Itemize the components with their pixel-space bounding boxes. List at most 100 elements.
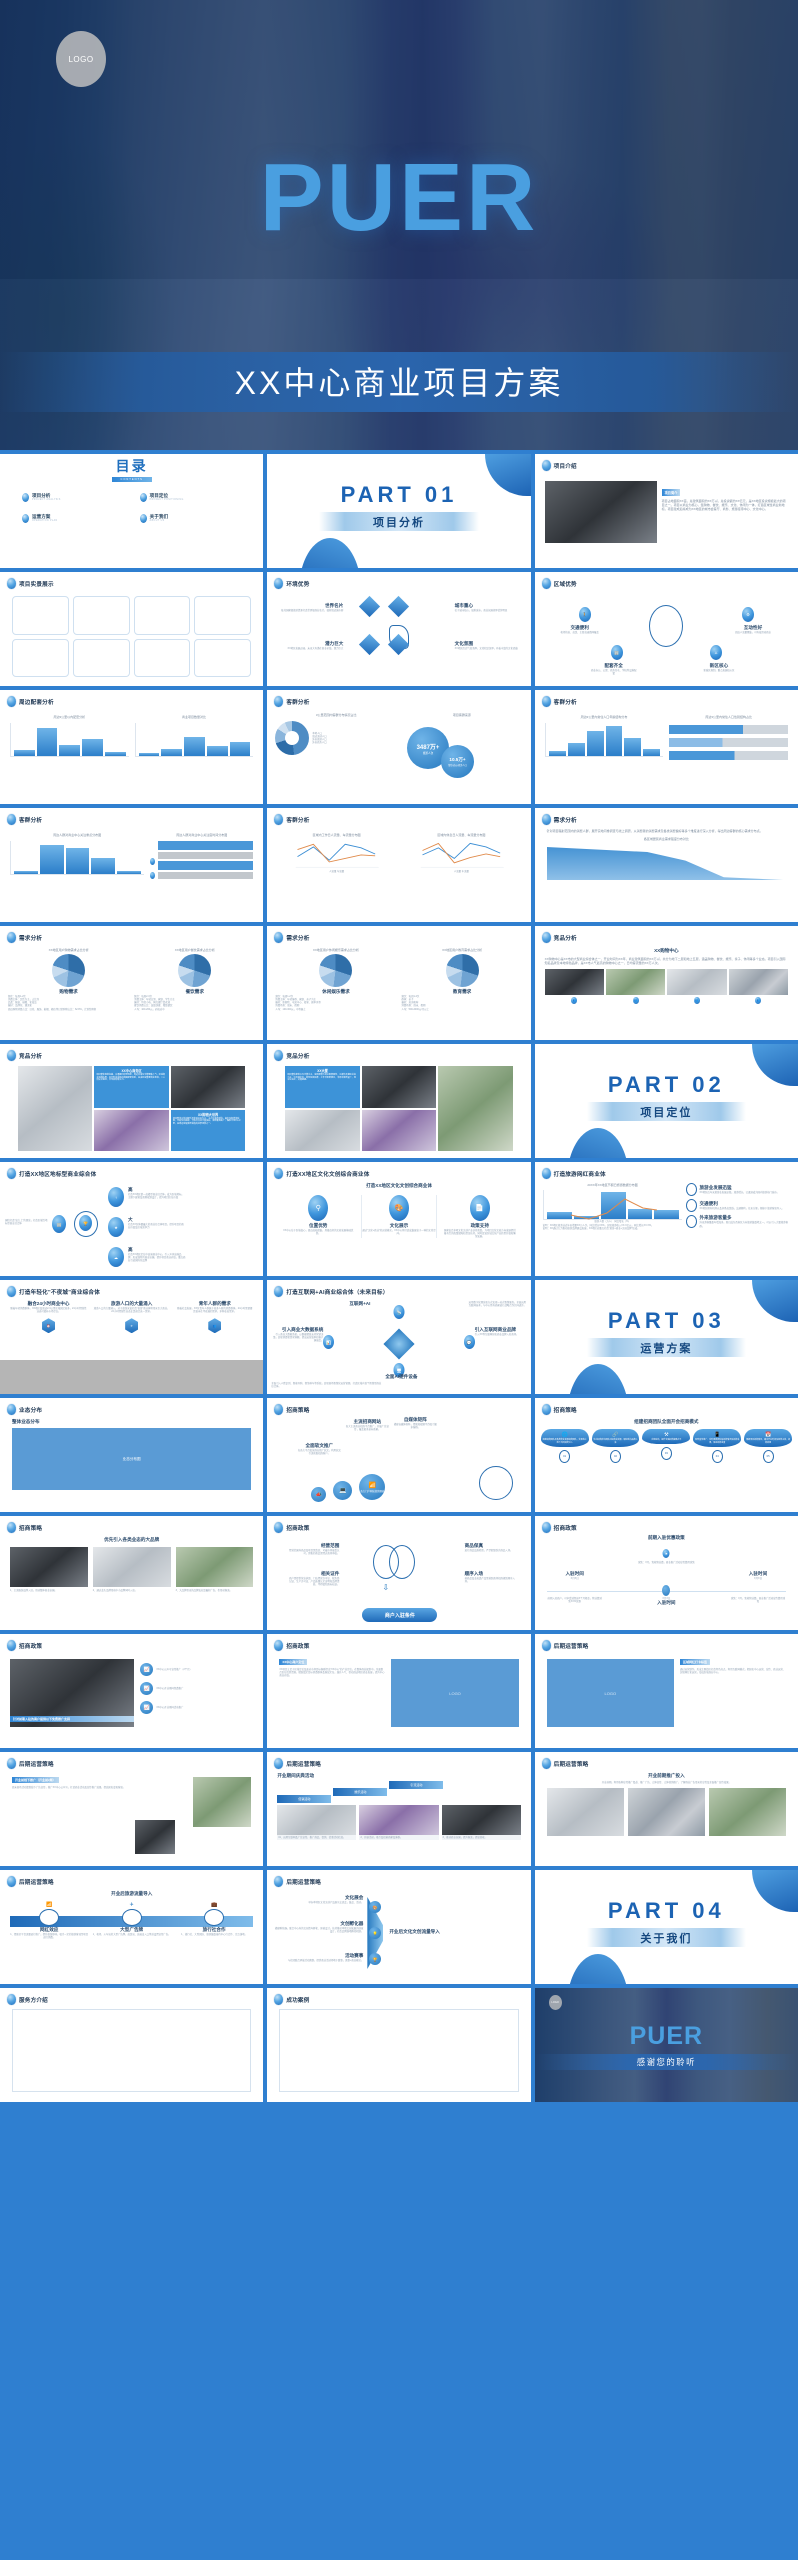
slide-thumbnail-service-intro[interactable]: 服务方介绍 xyxy=(0,1988,264,2102)
slide-thumbnail-competitor-3[interactable]: 竞品分析 XX大厦 项目整体建筑以写字楼为主，底部裙楼为商业配套服务，以餐饮及便… xyxy=(267,1044,531,1158)
slide-thumbnail-customer-analysis-4[interactable]: 客群分析 区域内工作日人流量、车流量分布图 人流量 车流量 区域内休息日人流量、… xyxy=(267,808,531,922)
slide-thumbnail-project-intro[interactable]: 项目介绍 项目简介 项目占地面积XX亩，总建筑面积约XX万㎡，总投资额约XX亿元… xyxy=(534,454,798,568)
slide-thumbnail-operation-4[interactable]: 后期运营策略 开业前期推广投入 开业前期，利用各种宣传推广渠道、推广广告、立体宣… xyxy=(534,1752,798,1866)
photo-caption: 2、开展活动，吸引及招募商家及客群。 xyxy=(359,1835,439,1841)
slide-thumbnail-facility-analysis[interactable]: 周边配套分析 周边3公里以内配套分析 商业项目数量对比 xyxy=(0,690,264,804)
toc-item[interactable]: 项目分析 PROJECT ANALYSIS xyxy=(22,493,124,502)
slide-thumbnail-thanks[interactable]: LOGO PUER 感谢您的聆听 xyxy=(534,1988,798,2102)
slide-thumbnail-environment-advantage[interactable]: 环境优势 世界名片 依托国家级旅游资源打造世界级商业名片，辐射周边城市群 城市重… xyxy=(267,572,531,686)
slide-thumbnail-part-02[interactable]: PART 02 项目定位 xyxy=(534,1044,798,1158)
toc-item[interactable]: 运营方案 OPERATION PLAN xyxy=(22,514,124,523)
policy-item: 经营范围 经营范围内商品及项目需真实、可被市场接受认可，销售的商品需经过商场审核… xyxy=(287,1543,339,1555)
slide-header: 需求分析 xyxy=(541,814,577,825)
stack-bar xyxy=(158,872,254,880)
slide-body: 组建招商团队全面开会招商模式 🌐 组建招商团队及各类商业资源招商团队，实现线上线… xyxy=(535,1417,798,1508)
photo-thumb xyxy=(361,1066,437,1108)
entry-condition-button[interactable]: 商户入驻条件 xyxy=(362,1608,438,1622)
slide-thumbnail-demand-analysis-1[interactable]: 需求分析 针对项目辐射范围内的消费人群，展开实地问卷调查与线上调研，从消费者的消… xyxy=(534,808,798,922)
slide-body: 前期入驻优惠政策 ⚑ 减免：X月，免收物业费，商业推广活动宣传费用减免 入驻时间… xyxy=(535,1535,798,1626)
slide-thumbnail-investment-policy-4[interactable]: 招商政策 XX中心商户定位 XX项目立足于区域定位及面对市场目标客群提出"XX中… xyxy=(267,1634,531,1748)
slide-body: XX购物中心 XX购物中心是XX市的大型商业综合体之一，开业时间为XX年，商业建… xyxy=(535,945,798,1036)
part-number: PART 02 xyxy=(607,1072,725,1097)
demand-desc: 频次：每周1-2次 群体：亲子 偏好：培训机构 消费场景：周末、假期 人均：50… xyxy=(401,995,430,1011)
slide-thumbnail-investment-policy-1[interactable]: 招商政策 经营范围 经营范围内商品及项目需真实、可被市场接受认可，销售的商品需经… xyxy=(267,1516,531,1630)
tab-promo[interactable]: 促销活动 xyxy=(277,1795,332,1803)
slide-thumbnail-landmark[interactable]: 打造XX地区地标型商业综合体 围绕打造"高大上"的理念，打造区域性地标型商业综合… xyxy=(0,1162,264,1276)
slide-thumbnail-site-photos[interactable]: 项目实景展示 xyxy=(0,572,264,686)
bulb-icon xyxy=(274,1404,284,1415)
center-star xyxy=(383,1328,415,1360)
slide-thumbnail-operation-5[interactable]: 后期运营策略 开业后旅游流量导入 📶 网红效应 1、借助全平台流量进行推广，提升… xyxy=(0,1870,264,1984)
slide-thumbnail-region-advantage[interactable]: 区域优势 🚶 ⚙ 🏢 ⚔ 交通便利 机场快轨、高铁、主要高速路网覆盖 互动性好 … xyxy=(534,572,798,686)
slide-thumbnail-investment-policy-3[interactable]: 招商政策 针对前期入驻的商户提供以下免费推广支持 📈 XX中心公众号宣传推广（2… xyxy=(0,1634,264,1748)
tourism-node: 外来旅游客量多 外来游客量逐年增加多，现已成为西南区方向旅游集散地之一，可以引入… xyxy=(686,1215,790,1228)
slide-thumbnail-investment-strategy-3[interactable]: 招商策略 优先引入各类业态的大品牌 1、主流服饰品牌入驻，带动整体商业氛围。 2… xyxy=(0,1516,264,1630)
slide-title: 招商政策 xyxy=(553,1525,577,1532)
slide-thumbnail-part-01[interactable]: PART 01 项目分析 xyxy=(267,454,531,568)
slide-thumbnail-operation-2[interactable]: 后期运营策略 开业前线下推广（开业前2周） 周末商场活动策划线下广告宣传，推广X… xyxy=(0,1752,264,1866)
slide-title: 客群分析 xyxy=(553,699,577,706)
step-bubble: 🔗 外出招商拜访团队对应商业资源，取得重点品牌入驻 xyxy=(591,1429,640,1447)
photo-thumb xyxy=(606,969,666,996)
slide-header: 后期运营策略 xyxy=(541,1640,589,1651)
slide-thumbnail-demand-analysis-2[interactable]: 需求分析 XX地区用户购物需求占比分析 购物需求 频次：每周1-2次 消费主体：… xyxy=(0,926,264,1040)
card-row: ⚲ 位置优势 XX中心位于区域核心，周边高校密集，具备良好的文创发展基础优势。 … xyxy=(281,1195,516,1239)
slide-thumbnail-part-04[interactable]: PART 04 关于我们 xyxy=(534,1870,798,1984)
node-desc: XX地区近年来旅游业发展迅猛，旅游增长，已逐渐成为国内旅游热门城市。 xyxy=(699,1190,780,1194)
slide-thumbnail-toc[interactable]: 目录 CONTENTS 项目分析 PROJECT ANALYSIS 项目定位 P… xyxy=(0,454,264,568)
tab-traffic[interactable]: 引流活动 xyxy=(389,1781,444,1789)
slide-header: 环境优势 xyxy=(274,578,309,589)
slide-thumbnail-customer-analysis-3[interactable]: 客群分析 周边人群对商业中心关注重点分布图 周边人群对商业中心关注度时间分布图 xyxy=(0,808,264,922)
cover-slide[interactable]: LOGO PUER XX中心商业项目方案 xyxy=(0,0,798,450)
chart-title: XX地区用户餐饮需求占比分析 xyxy=(174,948,215,952)
tourism-node: 交通便利 XX地区拥有机场以及多条高铁线，交通便利，往来方便，便捷于旅游客流导入… xyxy=(686,1199,790,1212)
slide-thumbnail-culture-creative[interactable]: 打造XX地区文化文创综合商业体 打造XX地区文化文创综合商业体 ⚲ 位置优势 X… xyxy=(267,1162,531,1276)
section-ribbon: 项目简介 xyxy=(661,489,681,496)
slide-thumbnail-format-distribution[interactable]: 业态分布 整体业态分布 业态分布图 xyxy=(0,1398,264,1512)
card-desc: XX中心位于区域核心，周边高校密集，具备良好的文创发展基础优势。 xyxy=(283,1229,354,1236)
bar-chart-left xyxy=(10,723,129,758)
slide-header: 项目实景展示 xyxy=(7,578,54,589)
pie-chart xyxy=(178,954,212,988)
slide-thumbnail-investment-policy-2[interactable]: 招商政策 前期入驻优惠政策 ⚑ 减免：X月，免收物业费，商业推广活动宣传费用减免… xyxy=(534,1516,798,1630)
slide-thumbnail-investment-strategy-1[interactable]: 招商策略 全面软文推广 在各大平台投放商业推广软文，利用软文引流获取招商客户。 … xyxy=(267,1398,531,1512)
slide-thumbnail-tourism[interactable]: 打造旅游网红商业体 20XX年XX地区节假日旅游数据分布图 旅游人数（万人） 同… xyxy=(534,1162,798,1276)
part-name: 项目分析 xyxy=(372,517,425,529)
chart-up-icon: 📈 xyxy=(140,1682,154,1695)
tab-entertainment[interactable]: 娱乐活动 xyxy=(333,1788,388,1796)
slide-thumbnail-competitor-2[interactable]: 竞品分析 XX中心商务区 项目整体规划完善，交通便利优势明显，周边高端写字楼聚集… xyxy=(0,1044,264,1158)
chart-title: 区域内休息日人流量、车流量分布图 xyxy=(437,833,486,837)
photo-thumb xyxy=(175,1547,254,1587)
legend-entry: 人流量 xyxy=(329,870,337,874)
slide-thumbnail-competitor-1[interactable]: 竞品分析 XX购物中心 XX购物中心是XX市的大型商业综合体之一，开业时间为XX… xyxy=(534,926,798,1040)
slide-thumbnail-customer-analysis-1[interactable]: 客群分析 3公里范围内客群分布情况占比 本地人口 周边流动人口 外来旅游人口 外… xyxy=(267,690,531,804)
toc-item[interactable]: 项目定位 PROJECT POSITIONING xyxy=(139,493,242,502)
toc-item[interactable]: 关于我们 ABOUT US xyxy=(139,514,242,523)
slide-thumbnail-case-studies[interactable]: 成功案例 xyxy=(267,1988,531,2102)
bulb-icon xyxy=(7,1286,16,1297)
timeline-marker xyxy=(662,1585,671,1596)
photo-thumb xyxy=(441,1805,521,1835)
toc-heading-block: 目录 CONTENTS xyxy=(0,454,263,482)
slide-thumbnail-investment-strategy-2[interactable]: 招商策略 组建招商团队全面开会招商模式 🌐 组建招商团队及各类商业资源招商团队，… xyxy=(534,1398,798,1512)
slide-thumbnail-part-03[interactable]: PART 03 运营方案 xyxy=(534,1280,798,1394)
slide-body: 围绕打造"高大上"的理念，打造区域性地标型商业综合体 🏢 🏆 ↑ ★ ☁ 高 打… xyxy=(0,1181,263,1272)
travel-agency-icon: 💼 xyxy=(210,1902,218,1908)
slide-header: 招商政策 xyxy=(274,1522,309,1533)
travel-icon: ✈ xyxy=(125,1318,139,1334)
slide-thumbnail-customer-analysis-2[interactable]: 客群分析 周边3公里内常住人口年龄结构分布 周边3公里内常住人口性别结构占比 xyxy=(534,690,798,804)
region-block: 配套齐全 商业办公、公寓、商务住宅、学校等设施配套 xyxy=(591,663,637,675)
photo-thumb xyxy=(277,1805,357,1835)
step-bubble: ⚒ 定期总结，提升全面招商策略水平 xyxy=(642,1429,691,1444)
slide-thumbnail-demand-analysis-3[interactable]: 需求分析 XX地区用户休闲娱乐需求占比分析 休闲娱乐需求 频次：每周1-2次 消… xyxy=(267,926,531,1040)
intro-paragraph: 针对项目辐射范围内的消费人群，展开实地问卷调查与线上调研，从消费者的消费需求及各… xyxy=(546,829,763,833)
slide-thumbnail-operation-3[interactable]: 后期运营策略 开业期间庆典活动 促销活动 娱乐活动 引流活动 01、运用互联网及… xyxy=(267,1752,531,1866)
slide-thumbnail-operation-1[interactable]: 后期运营策略 LOGO 区域网红打卡标签 通过运营制作，形成主题街区打造特色亮点… xyxy=(534,1634,798,1748)
slide-thumbnail-night-city[interactable]: 打造年轻化"不夜城"商业综合体 融合24小时商业中心 随着年轻消费群体，XX地区… xyxy=(0,1280,264,1394)
chart-up-icon: 📈 xyxy=(140,1701,154,1714)
section-subtitle: 前期入驻优惠政策 xyxy=(647,1535,685,1540)
chart-footnote: 说明：XX地区旅游业近年来增量XX万人次，同比增长XX%，实现旅游收入XX.X亿… xyxy=(542,1224,654,1231)
slide-body: 开业后旅游流量导入 📶 网红效应 1、借助全平台流量进行推广，提升旅游影响，吸引… xyxy=(0,1889,263,1980)
slide-thumbnail-internet-ai[interactable]: 打造互联网+AI商业综合体（未来目标） 📡 📊 💬 🖥 互联网+AI 运用数字化… xyxy=(267,1280,531,1394)
slide-thumbnail-operation-6[interactable]: 后期运营策略 🎨 💡 🏆 文化展会 举办本地区文化文创产品展示交流会，集品、活动… xyxy=(267,1870,531,1984)
